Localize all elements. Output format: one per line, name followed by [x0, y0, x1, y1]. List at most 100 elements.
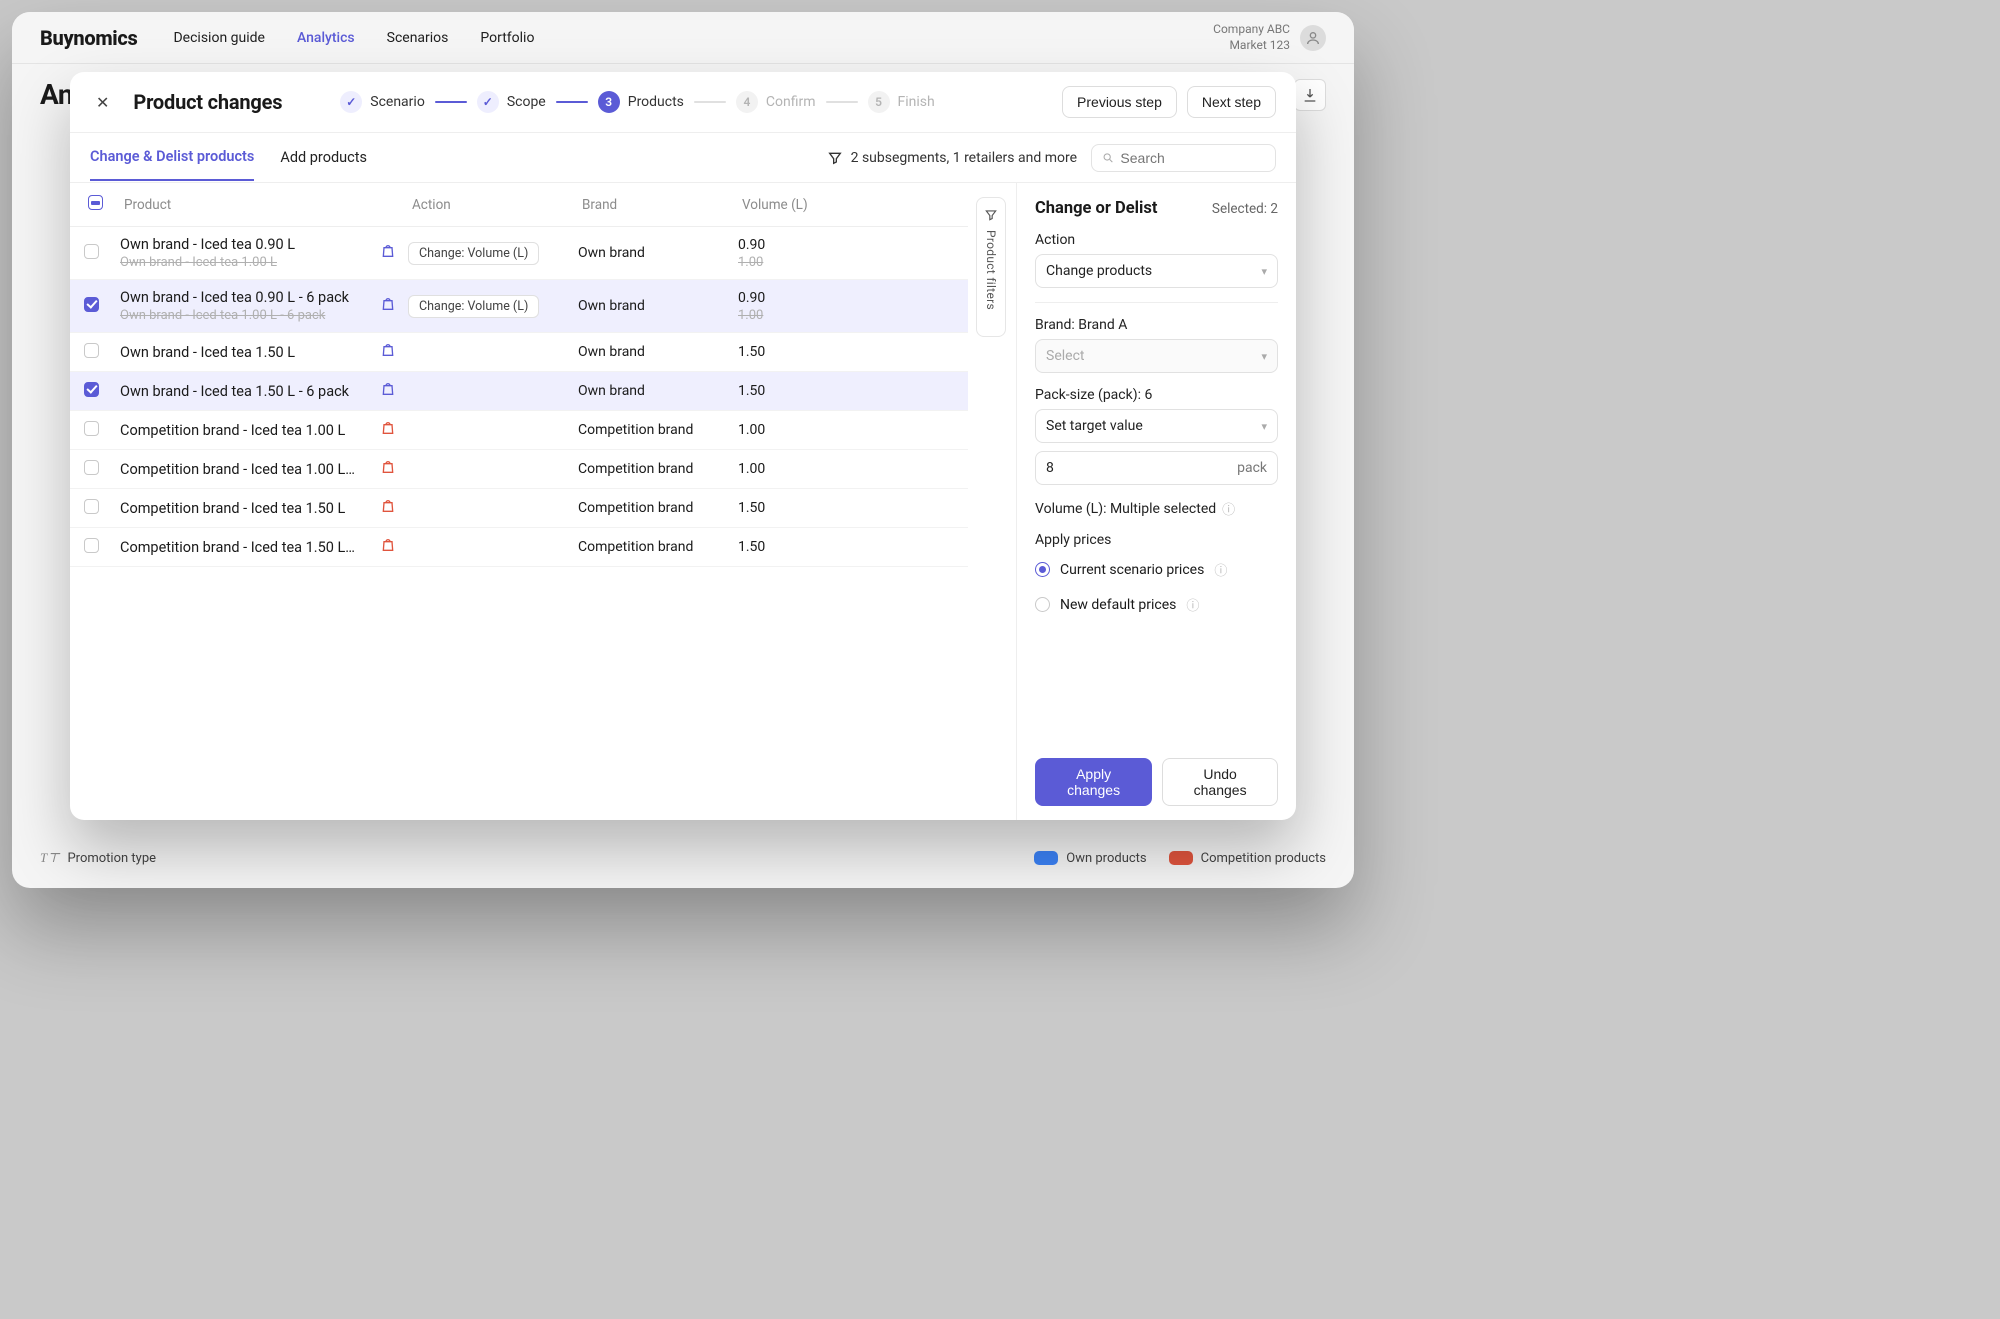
- volume-value: 0.90: [738, 290, 954, 306]
- check-icon: ✓: [477, 91, 499, 113]
- legend-own: Own products: [1034, 851, 1146, 866]
- table-row[interactable]: Competition brand - Iced tea 1.00 LCompe…: [70, 411, 968, 450]
- step-products[interactable]: 3Products: [598, 91, 684, 113]
- bg-legend: T⊤ Promotion type Own products Competiti…: [12, 850, 1354, 866]
- market-label: Market 123: [1213, 38, 1290, 54]
- filter-summary[interactable]: 2 subsegments, 1 retailers and more: [827, 150, 1077, 166]
- user-icon: [1305, 30, 1321, 46]
- product-table: Product Action Brand Volume (L) Own bran…: [70, 183, 968, 820]
- swatch-blue: [1034, 851, 1058, 865]
- table-row[interactable]: Competition brand - Iced tea 1.50 L…Comp…: [70, 528, 968, 567]
- help-icon[interactable]: ⓘ: [1214, 560, 1227, 579]
- table-row[interactable]: Own brand - Iced tea 1.50 L - 6 pack Own …: [70, 372, 968, 411]
- radio-current-prices[interactable]: Current scenario prices ⓘ: [1035, 558, 1278, 581]
- shopping-bag-icon: [380, 498, 396, 514]
- search-box[interactable]: [1091, 144, 1276, 172]
- legend-comp: Competition products: [1169, 851, 1326, 866]
- step-connector: [694, 101, 726, 103]
- table-row[interactable]: Own brand - Iced tea 1.50 LOwn brand1.50: [70, 333, 968, 372]
- radio-icon: [1035, 562, 1050, 577]
- table-row[interactable]: Competition brand - Iced tea 1.00 L…Comp…: [70, 450, 968, 489]
- nav-portfolio[interactable]: Portfolio: [480, 30, 534, 46]
- brand-cell: Own brand: [578, 298, 738, 314]
- product-name: Competition brand - Iced tea 1.00 L: [120, 422, 380, 439]
- table-row[interactable]: Own brand - Iced tea 0.90 L - 6 pack Own …: [70, 280, 968, 333]
- action-select[interactable]: Change products ▾: [1035, 254, 1278, 288]
- help-icon[interactable]: ⓘ: [1186, 595, 1199, 614]
- product-name: Own brand - Iced tea 0.90 L - 6 pack: [120, 289, 380, 306]
- packsize-strategy-select[interactable]: Set target value ▾: [1035, 409, 1278, 443]
- product-name: Own brand - Iced tea 1.50 L - 6 pack: [120, 383, 380, 400]
- step-connector: [435, 101, 467, 103]
- table-row[interactable]: Competition brand - Iced tea 1.50 L Compe…: [70, 489, 968, 528]
- step-number: 4: [736, 91, 758, 113]
- volume-value: 1.00: [738, 422, 954, 438]
- nav-decision-guide[interactable]: Decision guide: [173, 30, 264, 46]
- step-label: Scenario: [370, 94, 425, 110]
- tab-add-products[interactable]: Add products: [280, 135, 367, 180]
- apply-changes-button[interactable]: Apply changes: [1035, 758, 1152, 806]
- undo-changes-button[interactable]: Undo changes: [1162, 758, 1278, 806]
- col-volume: Volume (L): [738, 195, 954, 215]
- help-icon[interactable]: ⓘ: [1222, 499, 1235, 518]
- step-finish: 5Finish: [868, 91, 935, 113]
- row-checkbox[interactable]: [84, 421, 99, 436]
- step-number: 5: [868, 91, 890, 113]
- modal-title: Product changes: [133, 90, 282, 114]
- main-nav: Decision guide Analytics Scenarios Portfoli…: [173, 30, 534, 46]
- search-input[interactable]: [1120, 150, 1265, 166]
- step-scenario[interactable]: ✓Scenario: [340, 91, 425, 113]
- brand-cell: Own brand: [578, 245, 738, 261]
- volume-value: 1.50: [738, 539, 954, 555]
- table-row[interactable]: Own brand - Iced tea 0.90 LOwn brand - I…: [70, 227, 968, 280]
- radio-new-default-prices[interactable]: New default prices ⓘ: [1035, 593, 1278, 616]
- previous-step-button[interactable]: Previous step: [1062, 86, 1177, 118]
- volume-label: Volume (L): Multiple selected: [1035, 501, 1216, 517]
- chevron-down-icon: ▾: [1261, 350, 1267, 363]
- step-label: Products: [628, 94, 684, 110]
- row-checkbox[interactable]: [84, 382, 99, 397]
- col-brand: Brand: [578, 195, 738, 215]
- step-connector: [556, 101, 588, 103]
- product-filters-toggle[interactable]: Product filters: [976, 197, 1006, 337]
- row-checkbox[interactable]: [84, 297, 99, 312]
- filter-icon: [827, 150, 843, 166]
- row-checkbox[interactable]: [84, 343, 99, 358]
- shopping-bag-icon: [380, 296, 396, 312]
- packsize-value-input[interactable]: 8 pack: [1035, 451, 1278, 485]
- step-scope[interactable]: ✓Scope: [477, 91, 546, 113]
- row-checkbox[interactable]: [84, 460, 99, 475]
- nav-scenarios[interactable]: Scenarios: [387, 30, 449, 46]
- volume-value: 1.50: [738, 383, 954, 399]
- brand-cell: Own brand: [578, 344, 738, 360]
- product-name: Competition brand - Iced tea 1.50 L: [120, 500, 380, 517]
- row-checkbox[interactable]: [84, 538, 99, 553]
- volume-old-value: 1.00: [738, 308, 954, 323]
- action-pill: Change: Volume (L): [408, 295, 539, 318]
- search-icon: [1102, 151, 1114, 165]
- download-button[interactable]: [1294, 79, 1326, 111]
- radio-icon: [1035, 597, 1050, 612]
- brand-select[interactable]: Select ▾: [1035, 339, 1278, 373]
- select-all-checkbox[interactable]: [88, 195, 103, 210]
- volume-value: 0.90: [738, 237, 954, 253]
- row-checkbox[interactable]: [84, 499, 99, 514]
- nav-analytics[interactable]: Analytics: [297, 30, 355, 46]
- brand-cell: Own brand: [578, 383, 738, 399]
- topbar: Buynomics Decision guideAnalyticsScenari…: [12, 12, 1354, 64]
- row-checkbox[interactable]: [84, 244, 99, 259]
- close-button[interactable]: ✕: [90, 89, 115, 116]
- tab-change-delist[interactable]: Change & Delist products: [90, 134, 254, 181]
- modal-tabs: Change & Delist products Add products 2 …: [70, 133, 1296, 183]
- brand-cell: Competition brand: [578, 500, 738, 516]
- col-product: Product: [120, 195, 380, 215]
- download-icon: [1302, 87, 1318, 103]
- product-table-area: Product Action Brand Volume (L) Own bran…: [70, 183, 1016, 820]
- product-name: Competition brand - Iced tea 1.50 L…: [120, 539, 380, 556]
- avatar[interactable]: [1300, 25, 1326, 51]
- promo-type-row: T⊤ Promotion type: [40, 850, 156, 866]
- swatch-red: [1169, 851, 1193, 865]
- step-confirm: 4Confirm: [736, 91, 816, 113]
- table-header: Product Action Brand Volume (L): [70, 183, 968, 227]
- next-step-button[interactable]: Next step: [1187, 86, 1276, 118]
